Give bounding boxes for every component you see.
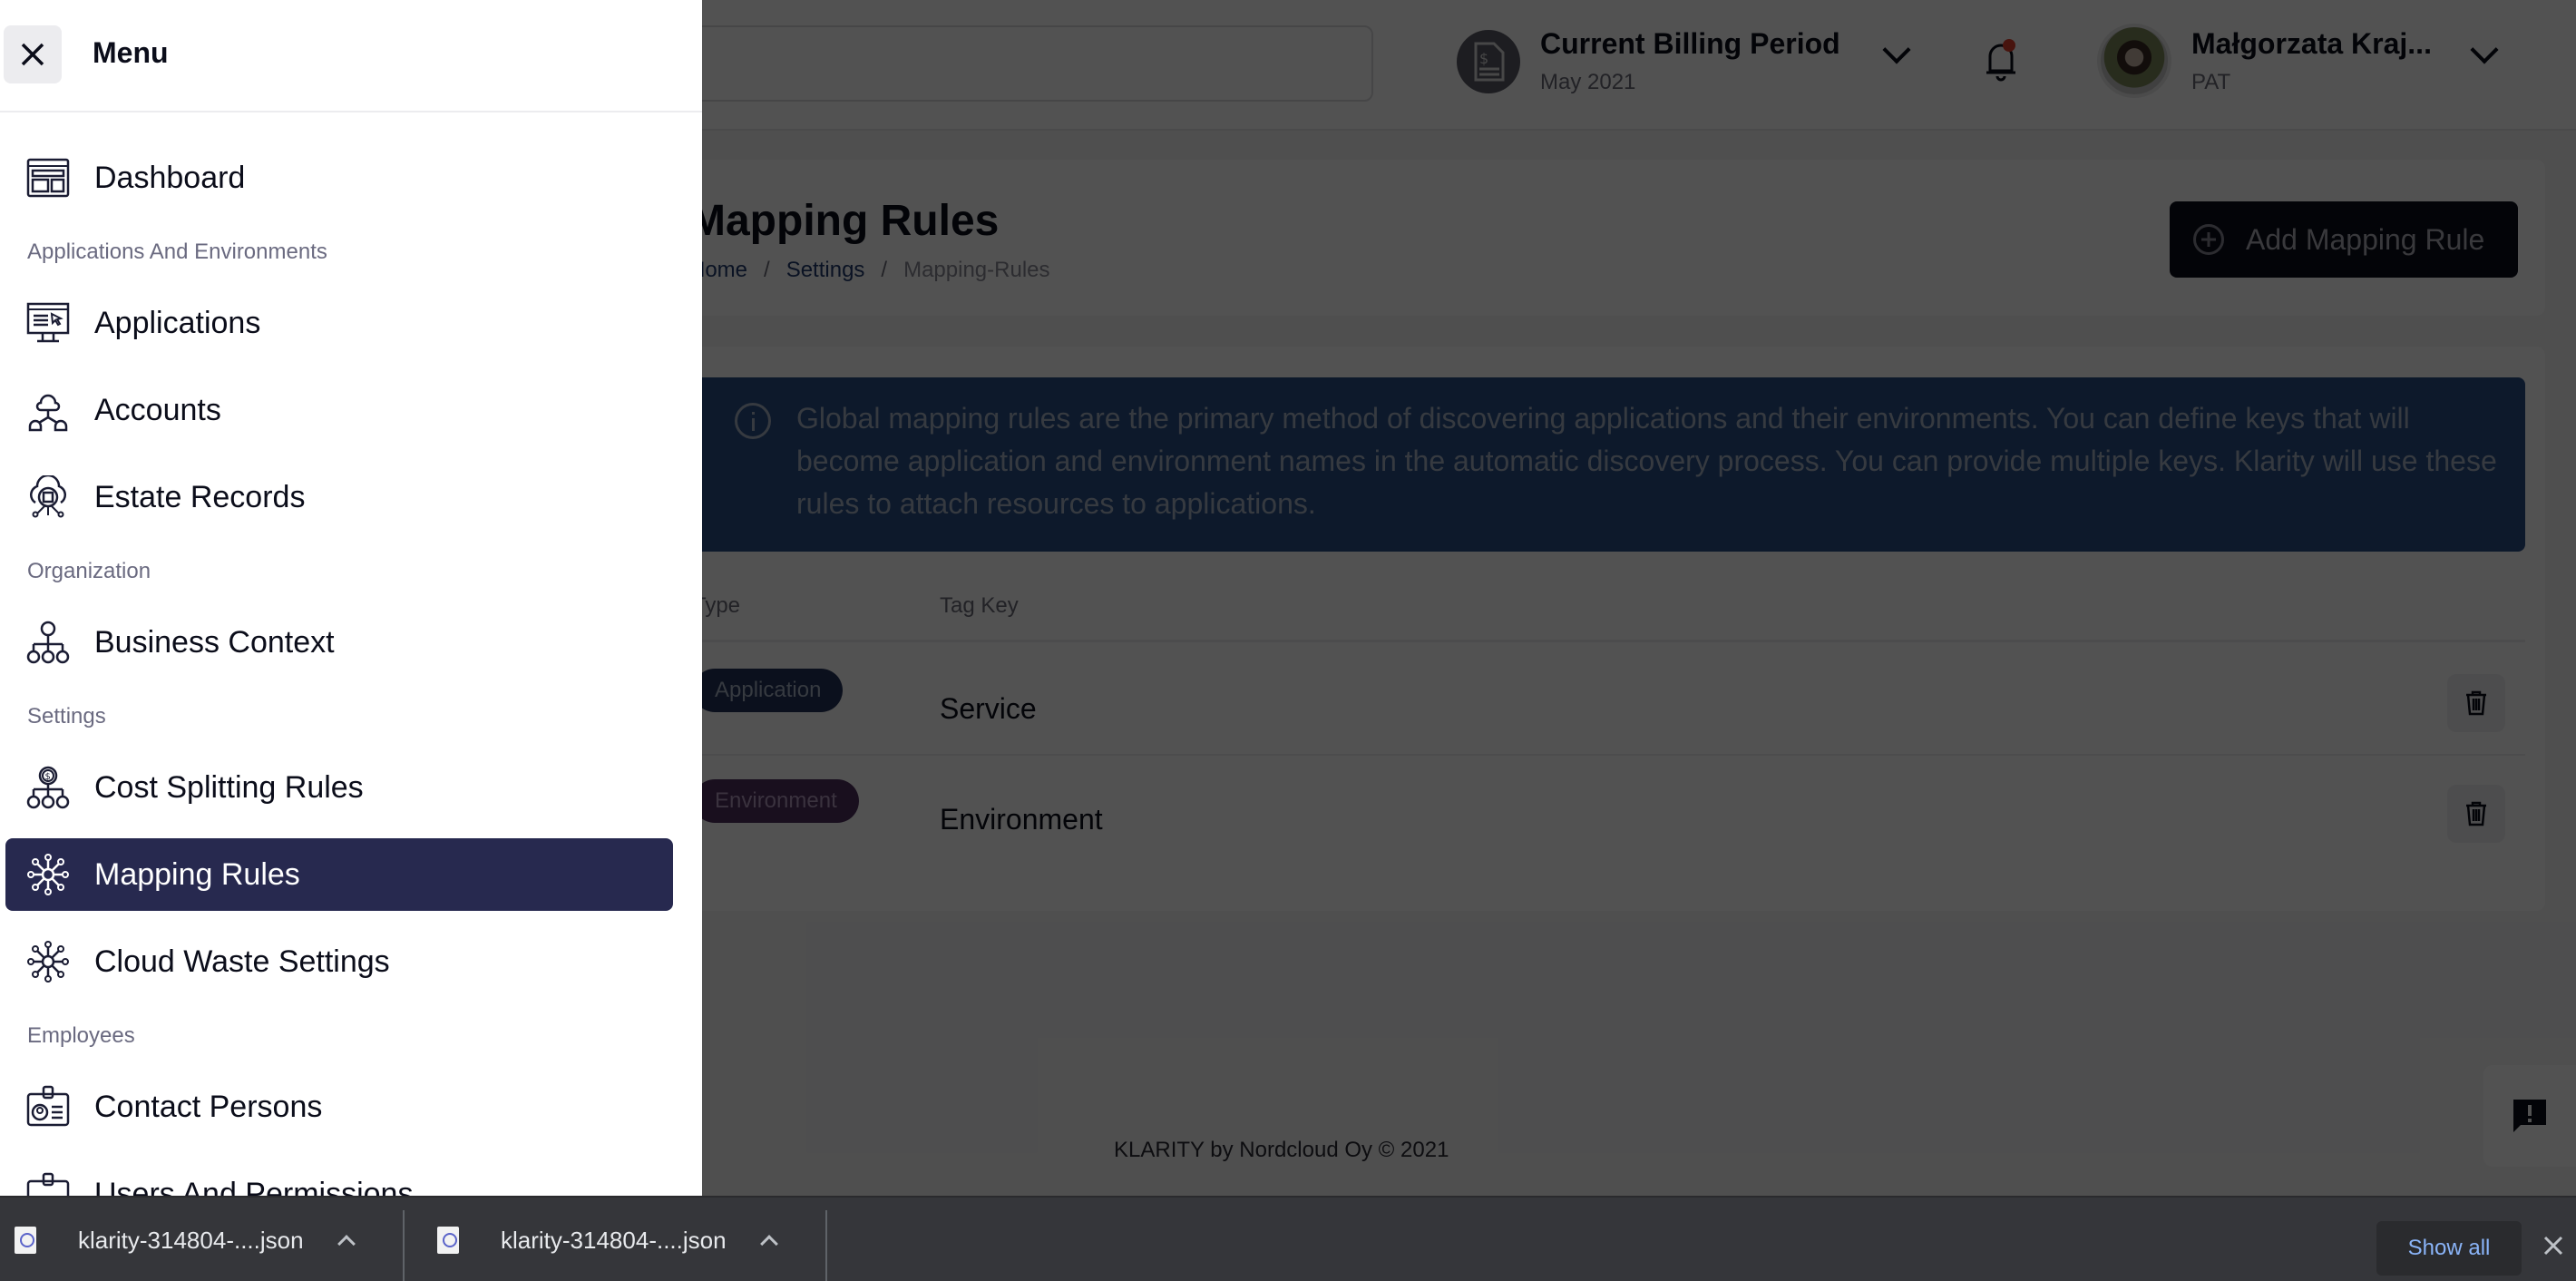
section-label-employees: Employees [27,1023,135,1048]
nav-label: Contact Persons [94,1089,323,1124]
nav-label: Mapping Rules [94,856,300,892]
nav-label: Users And Permissions [94,1176,414,1197]
section-label-organization: Organization [27,559,151,583]
file-icon [15,1227,36,1254]
close-menu-button[interactable] [4,25,62,83]
cost-splitting-icon: $ [25,765,71,810]
contact-persons-icon [25,1084,71,1129]
section-label-settings: Settings [27,704,106,729]
download-item[interactable]: klarity-314804-....json [437,1198,778,1281]
download-bar: klarity-314804-....json klarity-314804-.… [0,1196,2576,1281]
business-context-icon [25,620,71,665]
chevron-up-icon[interactable] [337,1235,356,1253]
file-icon [437,1227,459,1254]
divider [825,1210,827,1281]
nav-item-dashboard[interactable]: Dashboard [5,142,673,214]
nav-item-estate-records[interactable]: Estate Records [5,461,673,533]
nav-label: Accounts [94,392,221,427]
svg-text:$: $ [45,772,51,782]
nav-item-mapping-rules[interactable]: Mapping Rules [5,838,673,911]
dashboard-icon [25,155,71,200]
estate-records-icon [25,474,71,520]
download-filename: klarity-314804-....json [501,1226,727,1254]
divider [403,1210,405,1281]
nav-label: Estate Records [94,479,306,514]
nav-item-users-and-permissions[interactable]: Users And Permissions [5,1158,673,1196]
show-all-downloads-button[interactable]: Show all [2376,1221,2522,1276]
navigation-drawer: Menu Dashboard Applications And Environm… [0,0,702,1196]
nav-label: Cloud Waste Settings [94,944,390,979]
nav-item-business-context[interactable]: Business Context [5,606,673,679]
download-filename: klarity-314804-....json [78,1226,304,1254]
close-download-bar-icon[interactable] [2543,1236,2563,1256]
mapping-rules-icon [25,852,71,897]
menu-title: Menu [93,36,169,69]
applications-icon [25,300,71,346]
nav-label: Dashboard [94,160,246,195]
nav-label: Applications [94,305,261,340]
chevron-up-icon[interactable] [759,1235,778,1253]
close-icon [21,43,44,66]
drawer-header: Menu [0,0,702,112]
section-label-applications-and-environments: Applications And Environments [27,240,327,264]
accounts-cloud-icon [25,387,71,433]
nav-item-applications[interactable]: Applications [5,287,673,359]
nav-label: Business Context [94,624,335,660]
download-item[interactable]: klarity-314804-....json [15,1198,356,1281]
nav-item-accounts[interactable]: Accounts [5,374,673,446]
nav-item-cloud-waste-settings[interactable]: Cloud Waste Settings [5,925,673,998]
nav-label: Cost Splitting Rules [94,769,364,805]
cloud-waste-icon [25,939,71,984]
users-permissions-icon [25,1171,71,1196]
nav-item-contact-persons[interactable]: Contact Persons [5,1071,673,1143]
nav-item-cost-splitting-rules[interactable]: $ Cost Splitting Rules [5,751,673,824]
